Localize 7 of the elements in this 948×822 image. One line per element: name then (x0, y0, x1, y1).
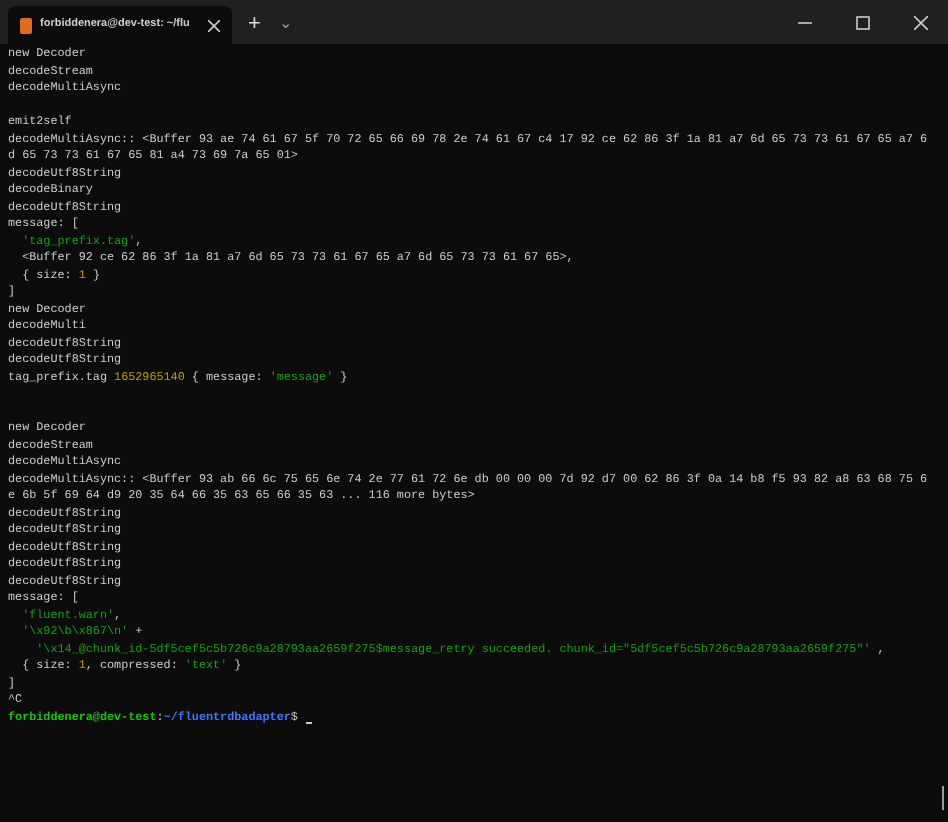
scrollbar-thumb[interactable] (941, 786, 944, 810)
terminal-icon (20, 17, 32, 33)
new-tab-button[interactable]: + (248, 10, 261, 38)
close-icon[interactable] (208, 19, 220, 31)
dropdown-button[interactable]: ⌄ (278, 12, 293, 36)
close-icon[interactable] (914, 15, 928, 29)
maximize-icon[interactable] (856, 15, 870, 29)
